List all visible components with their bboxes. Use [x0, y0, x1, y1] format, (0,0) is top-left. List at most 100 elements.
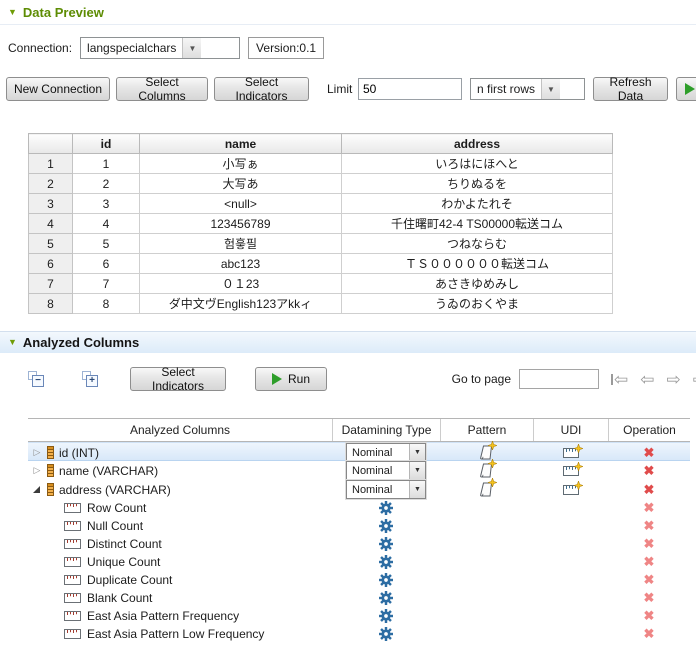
- header-datamining-type[interactable]: Datamining Type: [332, 419, 440, 441]
- goto-page-input[interactable]: [519, 369, 599, 389]
- column-label: name (VARCHAR): [59, 464, 158, 478]
- delete-icon[interactable]: ✖: [644, 590, 655, 606]
- next-page-icon[interactable]: ⇨: [667, 371, 681, 388]
- datamining-type-select[interactable]: Nominal ▼: [346, 443, 426, 462]
- header-operation[interactable]: Operation: [608, 419, 690, 441]
- collapse-arrow-icon[interactable]: [33, 486, 40, 493]
- limit-input[interactable]: [358, 78, 462, 100]
- pagination-controls: Go to page ⇦ ⇦ ⇨ ⇨: [452, 369, 696, 389]
- add-udi-icon[interactable]: [563, 485, 579, 495]
- select-indicators-button[interactable]: Select Indicators: [214, 77, 309, 101]
- select-columns-button[interactable]: Select Columns: [116, 77, 208, 101]
- add-pattern-icon[interactable]: [480, 463, 493, 478]
- connection-select[interactable]: langspecialchars ▼: [80, 37, 240, 59]
- indicator-row[interactable]: Null Count ✖: [28, 517, 690, 535]
- previous-page-icon[interactable]: ⇦: [640, 371, 654, 388]
- analyzed-column-row[interactable]: ▷ address (VARCHAR) Nominal ▼ ✖: [28, 480, 690, 499]
- analyzed-column-row[interactable]: ▷ id (INT) Nominal ▼ ✖: [28, 442, 690, 461]
- operation-cell: ✖: [644, 608, 655, 624]
- delete-icon[interactable]: ✖: [644, 445, 655, 461]
- table-row[interactable]: 6 6 abc123 ＴＳ００００００転送コム: [29, 254, 613, 274]
- table-row[interactable]: 2 2 大写あ ちりぬるを: [29, 174, 613, 194]
- run-analysis-button[interactable]: Run: [255, 367, 327, 391]
- delete-icon[interactable]: ✖: [644, 518, 655, 534]
- analyzed-columns-section-header: ▼ Analyzed Columns: [0, 331, 696, 353]
- analyzed-column-row[interactable]: ▷ name (VARCHAR) Nominal ▼ ✖: [28, 461, 690, 480]
- add-pattern-icon[interactable]: [480, 445, 493, 460]
- delete-icon[interactable]: ✖: [644, 608, 655, 624]
- indicator-row[interactable]: Unique Count ✖: [28, 553, 690, 571]
- run-preview-button[interactable]: [676, 77, 696, 101]
- section-collapse-icon[interactable]: ▼: [8, 8, 17, 17]
- indicator-row[interactable]: Blank Count ✖: [28, 589, 690, 607]
- col-header-name[interactable]: name: [140, 134, 342, 154]
- delete-icon[interactable]: ✖: [644, 463, 655, 479]
- gear-icon[interactable]: [379, 519, 393, 533]
- collapse-all-icon[interactable]: −: [28, 371, 44, 387]
- add-udi-icon[interactable]: [563, 466, 579, 476]
- table-row[interactable]: 5 5 험흫필 つねならむ: [29, 234, 613, 254]
- delete-icon[interactable]: ✖: [644, 626, 655, 642]
- chevron-down-icon[interactable]: ▼: [541, 79, 560, 99]
- table-row[interactable]: 8 8 ダ中文ヴEnglish123アkkィ うゐのおくやま: [29, 294, 613, 314]
- new-connection-button[interactable]: New Connection: [6, 77, 110, 101]
- indicator-label: Row Count: [87, 501, 146, 515]
- connection-row: Connection: langspecialchars ▼ Version:0…: [8, 36, 324, 60]
- row-number-cell: 7: [29, 274, 73, 294]
- operation-cell: ✖: [644, 445, 655, 461]
- col-header-id[interactable]: id: [73, 134, 140, 154]
- gear-icon[interactable]: [379, 573, 393, 587]
- col-header-address[interactable]: address: [342, 134, 613, 154]
- delete-icon[interactable]: ✖: [644, 536, 655, 552]
- indicator-row[interactable]: Row Count ✖: [28, 499, 690, 517]
- section-collapse-icon[interactable]: ▼: [8, 338, 17, 347]
- table-row[interactable]: 3 3 <null> わかよたれそ: [29, 194, 613, 214]
- table-row[interactable]: 1 1 小写ぁ いろはにほへと: [29, 154, 613, 174]
- datamining-type-select[interactable]: Nominal ▼: [346, 480, 426, 499]
- play-icon: [272, 373, 282, 385]
- gear-icon[interactable]: [379, 555, 393, 569]
- gear-icon[interactable]: [379, 627, 393, 641]
- table-row[interactable]: 7 7 ０１23 あさきゆめみし: [29, 274, 613, 294]
- row-number-cell: 6: [29, 254, 73, 274]
- rows-mode-select[interactable]: n first rows ▼: [470, 78, 585, 100]
- refresh-data-button[interactable]: Refresh Data: [593, 77, 668, 101]
- indicator-row[interactable]: Duplicate Count ✖: [28, 571, 690, 589]
- gear-icon[interactable]: [379, 609, 393, 623]
- expand-all-icon[interactable]: +: [82, 371, 98, 387]
- delete-icon[interactable]: ✖: [644, 482, 655, 498]
- indicator-row[interactable]: East Asia Pattern Low Frequency ✖: [28, 625, 690, 643]
- select-indicators-button[interactable]: Select Indicators: [130, 367, 226, 391]
- chevron-down-icon[interactable]: ▼: [409, 444, 425, 461]
- indicator-name-cell: Blank Count: [28, 591, 332, 605]
- chevron-down-icon[interactable]: ▼: [409, 462, 425, 479]
- expand-arrow-icon[interactable]: ▷: [32, 447, 42, 458]
- udi-cell: [563, 466, 579, 476]
- gear-icon[interactable]: [379, 591, 393, 605]
- gear-icon[interactable]: [379, 501, 393, 515]
- table-row[interactable]: 4 4 123456789 千住曙町42-4 TS00000転送コム: [29, 214, 613, 234]
- indicator-label: East Asia Pattern Frequency: [87, 609, 239, 623]
- header-analyzed-columns[interactable]: Analyzed Columns: [28, 419, 332, 441]
- header-pattern[interactable]: Pattern: [440, 419, 533, 441]
- analysis-rows: ▷ id (INT) Nominal ▼ ✖: [28, 442, 690, 643]
- header-udi[interactable]: UDI: [533, 419, 608, 441]
- id-cell: 1: [73, 154, 140, 174]
- delete-icon[interactable]: ✖: [644, 500, 655, 516]
- expand-arrow-icon[interactable]: ▷: [32, 465, 42, 476]
- delete-icon[interactable]: ✖: [644, 554, 655, 570]
- star-badge-icon: [574, 462, 583, 471]
- indicator-row[interactable]: Distinct Count ✖: [28, 535, 690, 553]
- datamining-type-select[interactable]: Nominal ▼: [346, 461, 426, 480]
- limit-label: Limit: [327, 82, 352, 96]
- indicator-row[interactable]: East Asia Pattern Frequency ✖: [28, 607, 690, 625]
- name-cell: abc123: [140, 254, 342, 274]
- gear-icon[interactable]: [379, 537, 393, 551]
- operation-cell: ✖: [644, 536, 655, 552]
- chevron-down-icon[interactable]: ▼: [409, 481, 425, 498]
- delete-icon[interactable]: ✖: [644, 572, 655, 588]
- add-udi-icon[interactable]: [563, 448, 579, 458]
- first-page-icon[interactable]: ⇦: [611, 371, 628, 388]
- chevron-down-icon[interactable]: ▼: [182, 38, 201, 58]
- add-pattern-icon[interactable]: [480, 482, 493, 497]
